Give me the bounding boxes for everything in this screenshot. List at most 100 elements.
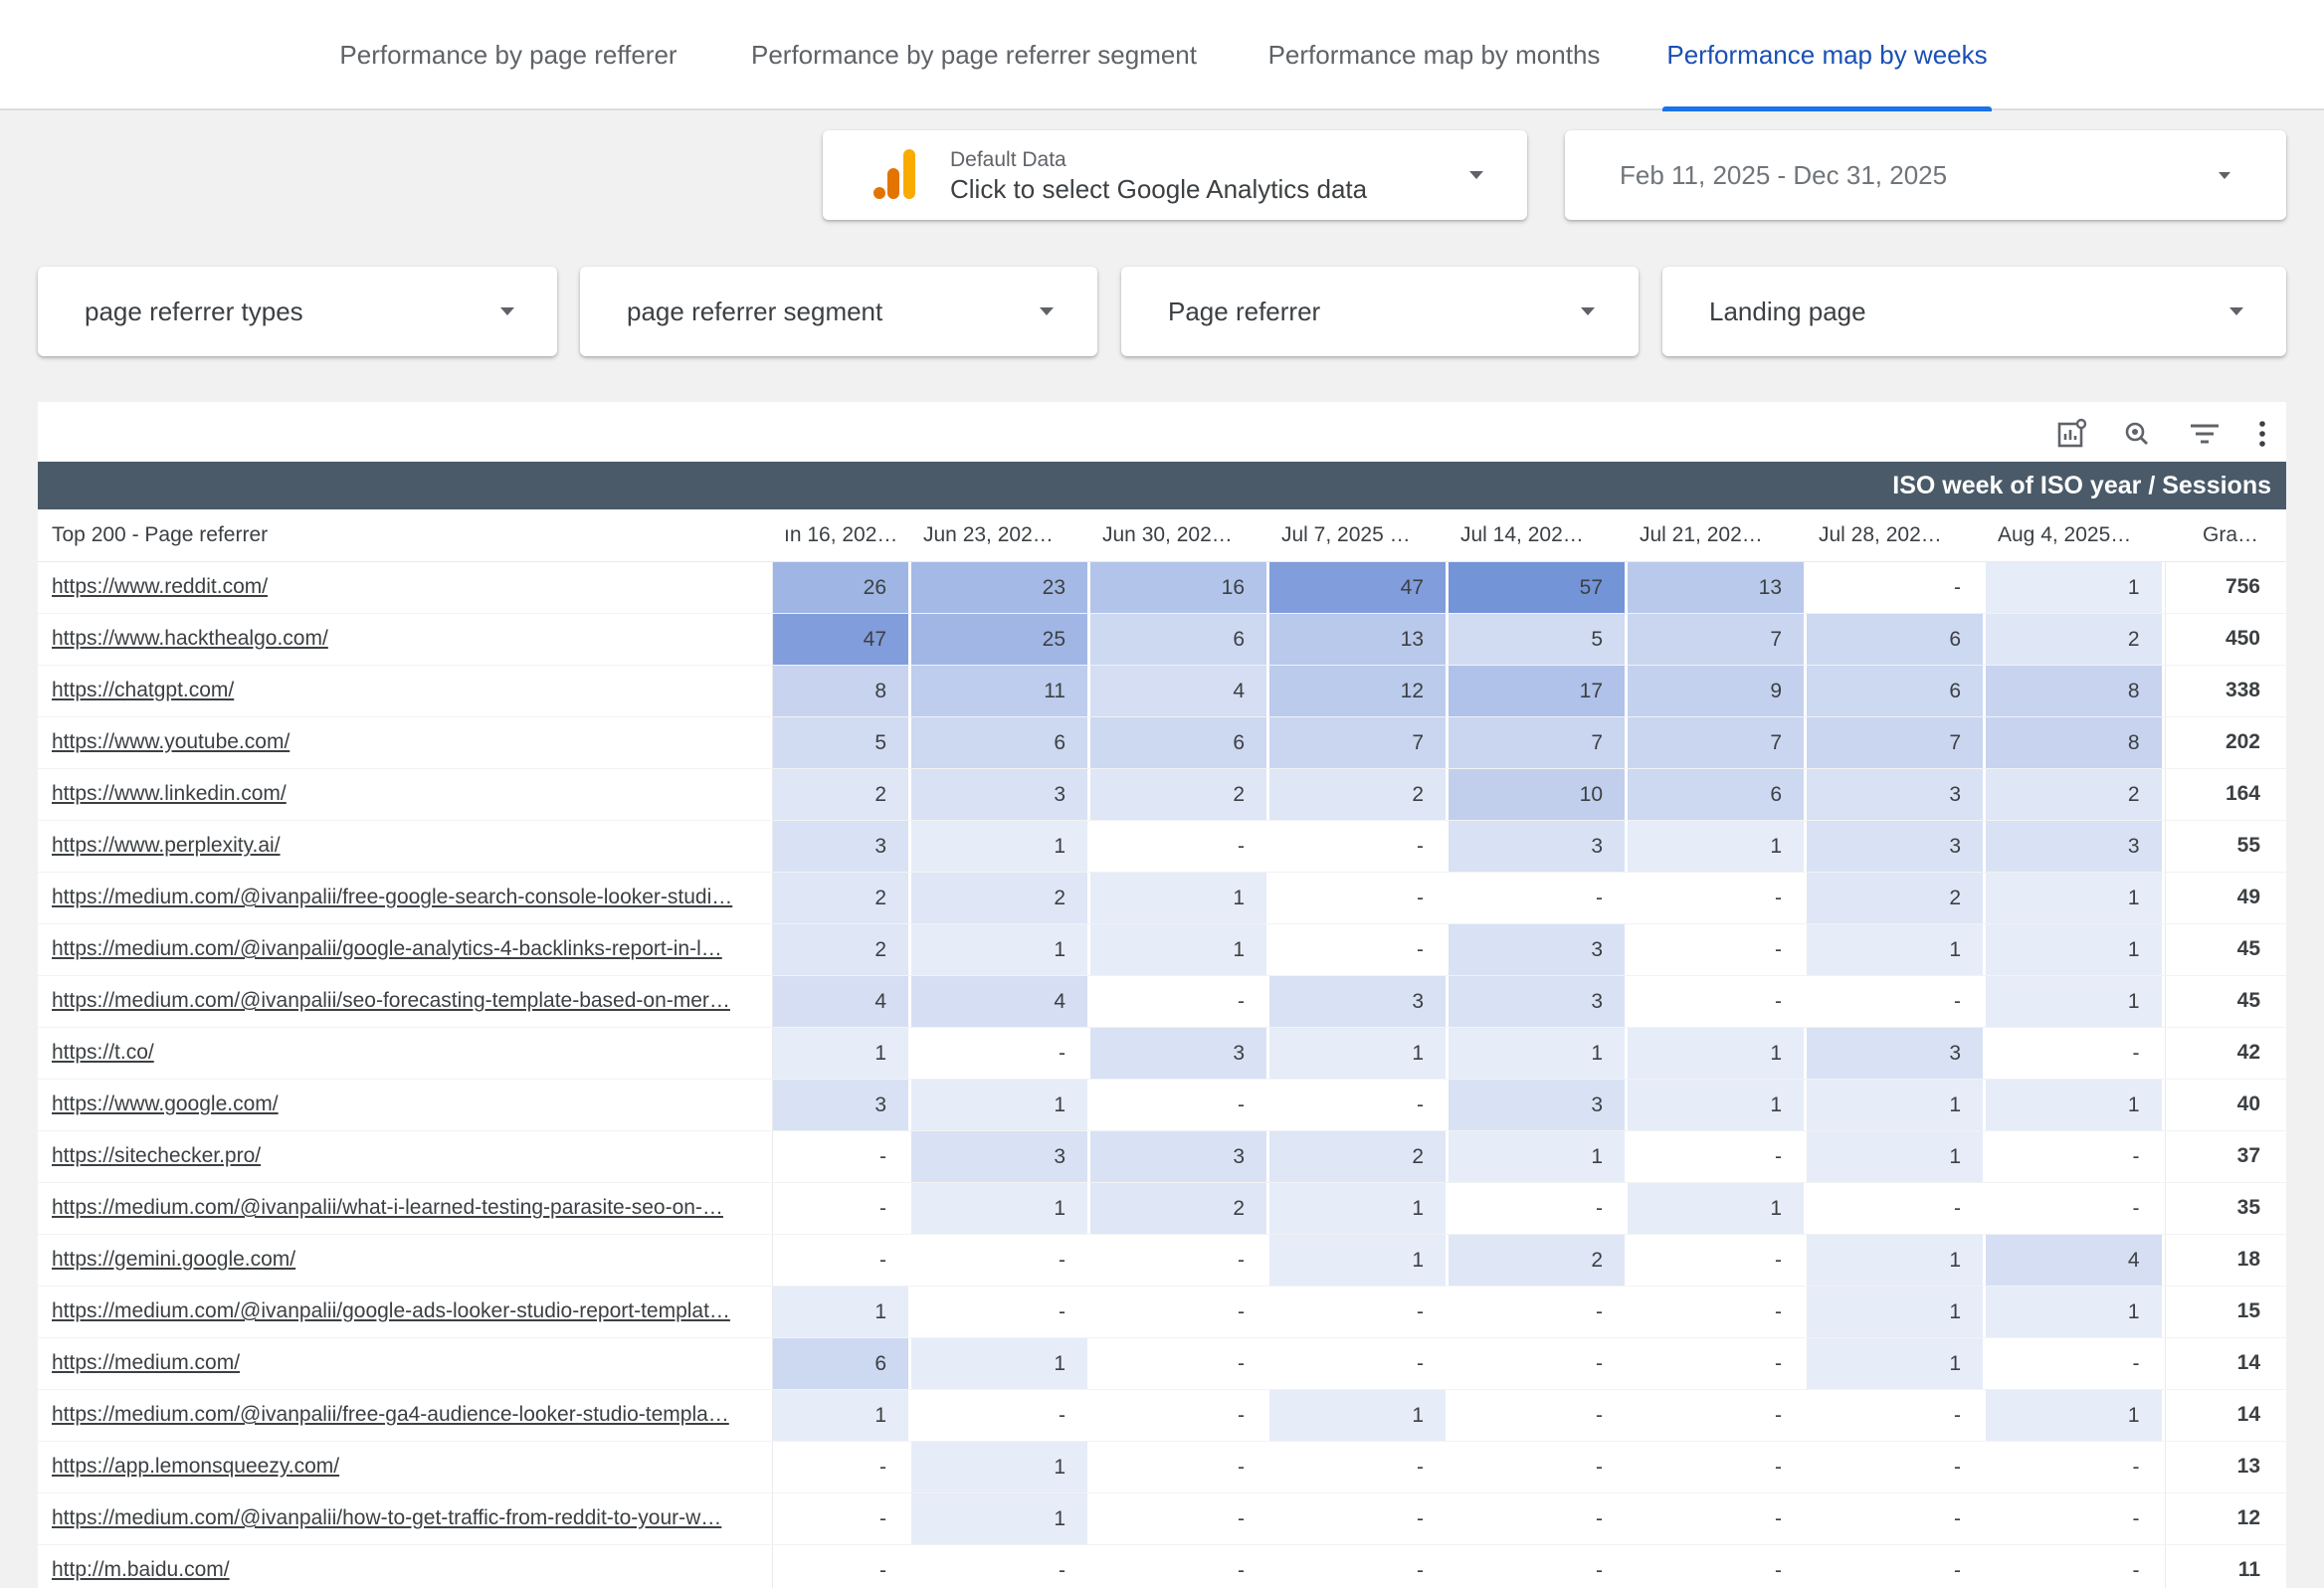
sessions-cell: 1 xyxy=(1628,1182,1807,1235)
referrer-link[interactable]: https://www.hackthealgo.com/ xyxy=(52,627,328,650)
sessions-value: - xyxy=(1238,1248,1245,1272)
sessions-value: - xyxy=(1238,1092,1245,1116)
filter-label: page referrer segment xyxy=(627,297,883,326)
sessions-value: - xyxy=(1238,989,1245,1013)
sessions-value: 8 xyxy=(1986,716,2162,768)
sessions-cell: 2 xyxy=(1986,613,2165,666)
sessions-cell: 47 xyxy=(772,613,911,666)
filter-icon[interactable] xyxy=(2187,416,2223,452)
table-row: https://medium.com/6 1- - - -1-14 xyxy=(38,1337,2286,1390)
filter-page-referrer-types[interactable]: page referrer types xyxy=(38,267,557,356)
sessions-cell: - xyxy=(1090,1234,1269,1287)
table-row: https://medium.com/@ivanpalii/google-ana… xyxy=(38,923,2286,976)
sessions-cell: 4 xyxy=(911,975,1090,1028)
sessions-value: 1 xyxy=(911,1441,1087,1492)
referrer-link[interactable]: https://medium.com/@ivanpalii/google-ana… xyxy=(52,937,722,960)
sessions-cell: 8 xyxy=(1986,665,2165,717)
sessions-value: 1 xyxy=(1986,923,2162,975)
grand-total-cell: 11 xyxy=(2164,1544,2286,1588)
referrer-link[interactable]: https://medium.com/@ivanpalii/how-to-get… xyxy=(52,1506,721,1529)
column-header-week[interactable]: Jun 30, 202… xyxy=(1090,509,1269,562)
tab-performance-by-page-referrer[interactable]: Performance by page refferer xyxy=(331,0,685,110)
referrer-link[interactable]: https://medium.com/@ivanpalii/seo-foreca… xyxy=(52,989,730,1012)
referrer-link[interactable]: https://t.co/ xyxy=(52,1041,154,1064)
referrer-link[interactable]: https://medium.com/@ivanpalii/free-googl… xyxy=(52,886,732,908)
table-row: https://medium.com/@ivanpalii/google-ads… xyxy=(38,1286,2286,1338)
column-header-grand-total[interactable]: Gra… xyxy=(2165,509,2286,562)
sessions-value: 11 xyxy=(911,665,1087,716)
sessions-value: 4 xyxy=(772,975,908,1027)
referrer-link[interactable]: https://app.lemonsqueezy.com/ xyxy=(52,1455,339,1478)
sessions-cell: 6 xyxy=(911,716,1090,769)
explore-zoom-icon[interactable] xyxy=(2119,416,2155,452)
sessions-cell: 1 xyxy=(1986,1286,2165,1338)
sessions-value: 3 xyxy=(1090,1027,1266,1079)
sessions-cell: - xyxy=(1449,1492,1628,1545)
referrer-link[interactable]: https://www.youtube.com/ xyxy=(52,730,290,753)
sessions-value: - xyxy=(1596,1403,1603,1427)
referrer-link[interactable]: https://sitechecker.pro/ xyxy=(52,1144,261,1167)
sessions-cell: - xyxy=(1807,975,1986,1028)
column-header-week[interactable]: Jul 21, 202… xyxy=(1628,509,1807,562)
referrer-link[interactable]: https://www.reddit.com/ xyxy=(52,575,268,598)
sessions-cell: - xyxy=(1807,1389,1986,1442)
referrer-link[interactable]: https://www.perplexity.ai/ xyxy=(52,834,281,857)
sessions-value: 1 xyxy=(1628,1182,1804,1234)
sessions-value: 3 xyxy=(1807,768,1983,820)
sessions-value: - xyxy=(1596,1558,1603,1582)
sessions-value: - xyxy=(1417,886,1424,909)
referrer-link[interactable]: https://medium.com/@ivanpalii/what-i-lea… xyxy=(52,1196,723,1219)
grand-total-cell: 450 xyxy=(2164,613,2286,666)
referrer-link[interactable]: https://www.google.com/ xyxy=(52,1092,279,1115)
sessions-value: 6 xyxy=(1807,665,1983,716)
sessions-cell: - xyxy=(1449,1286,1628,1338)
date-range-selector[interactable]: Feb 11, 2025 - Dec 31, 2025 xyxy=(1565,130,2286,220)
filter-page-referrer-segment[interactable]: page referrer segment xyxy=(580,267,1097,356)
sessions-value: - xyxy=(1954,989,1961,1013)
sessions-cell: - xyxy=(1269,1492,1449,1545)
sessions-cell: - xyxy=(1628,1234,1807,1287)
column-header-week[interactable]: Aug 4, 2025… xyxy=(1986,509,2165,562)
sessions-cell: 1 xyxy=(1986,1079,2165,1131)
more-options-icon[interactable] xyxy=(2244,416,2280,452)
referrer-link[interactable]: https://gemini.google.com/ xyxy=(52,1248,295,1271)
column-header-week[interactable]: Jul 7, 2025 … xyxy=(1269,509,1449,562)
sessions-cell: - xyxy=(911,1389,1090,1442)
referrer-link[interactable]: https://medium.com/@ivanpalii/free-ga4-a… xyxy=(52,1403,729,1426)
sessions-value: - xyxy=(1775,1144,1782,1168)
data-source-selector[interactable]: Default Data Click to select Google Anal… xyxy=(823,130,1527,220)
referrer-link[interactable]: http://m.baidu.com/ xyxy=(52,1558,230,1581)
sessions-cell: 1 xyxy=(1807,1130,1986,1183)
referrer-link[interactable]: https://medium.com/@ivanpalii/google-ads… xyxy=(52,1299,730,1322)
tab-performance-map-by-weeks[interactable]: Performance map by weeks xyxy=(1662,0,1992,111)
referrer-link[interactable]: https://medium.com/ xyxy=(52,1351,240,1374)
column-header-week[interactable]: Jul 14, 202… xyxy=(1449,509,1628,562)
sessions-value: - xyxy=(1238,1506,1245,1530)
column-header-week[interactable]: Jun 23, 202… xyxy=(911,509,1090,562)
tab-performance-map-by-months[interactable]: Performance map by months xyxy=(1261,0,1607,110)
filter-page-referrer[interactable]: Page referrer xyxy=(1121,267,1639,356)
sessions-value: 13 xyxy=(1628,561,1804,613)
sessions-value: - xyxy=(1596,1351,1603,1375)
sessions-cell: - xyxy=(1807,1544,1986,1588)
sessions-cell: 47 xyxy=(1269,561,1449,614)
sessions-value: - xyxy=(1775,937,1782,961)
tab-performance-by-referrer-segment[interactable]: Performance by page referrer segment xyxy=(741,0,1207,110)
sessions-value: 2 xyxy=(772,768,908,820)
sessions-cell: - xyxy=(1269,1286,1449,1338)
sessions-cell: 3 xyxy=(911,768,1090,821)
sessions-cell: 1 xyxy=(772,1286,911,1338)
sessions-cell: 3 xyxy=(1449,975,1628,1028)
referrer-link[interactable]: https://www.linkedin.com/ xyxy=(52,782,287,805)
referrer-link[interactable]: https://chatgpt.com/ xyxy=(52,679,234,701)
filter-landing-page[interactable]: Landing page xyxy=(1662,267,2286,356)
sessions-cell: 1 xyxy=(1628,1079,1807,1131)
column-header-page-referrer[interactable]: Top 200 - Page referrer xyxy=(38,509,772,562)
sessions-value: 13 xyxy=(1269,613,1446,665)
column-header-week[interactable]: Jul 28, 202… xyxy=(1807,509,1986,562)
sessions-cell: - xyxy=(1986,1027,2165,1080)
chart-settings-icon[interactable] xyxy=(2053,416,2089,452)
table-row: https://medium.com/@ivanpalii/seo-foreca… xyxy=(38,975,2286,1028)
column-header-week[interactable]: ın 16, 202… xyxy=(772,509,911,562)
sessions-value: 57 xyxy=(1449,561,1625,613)
